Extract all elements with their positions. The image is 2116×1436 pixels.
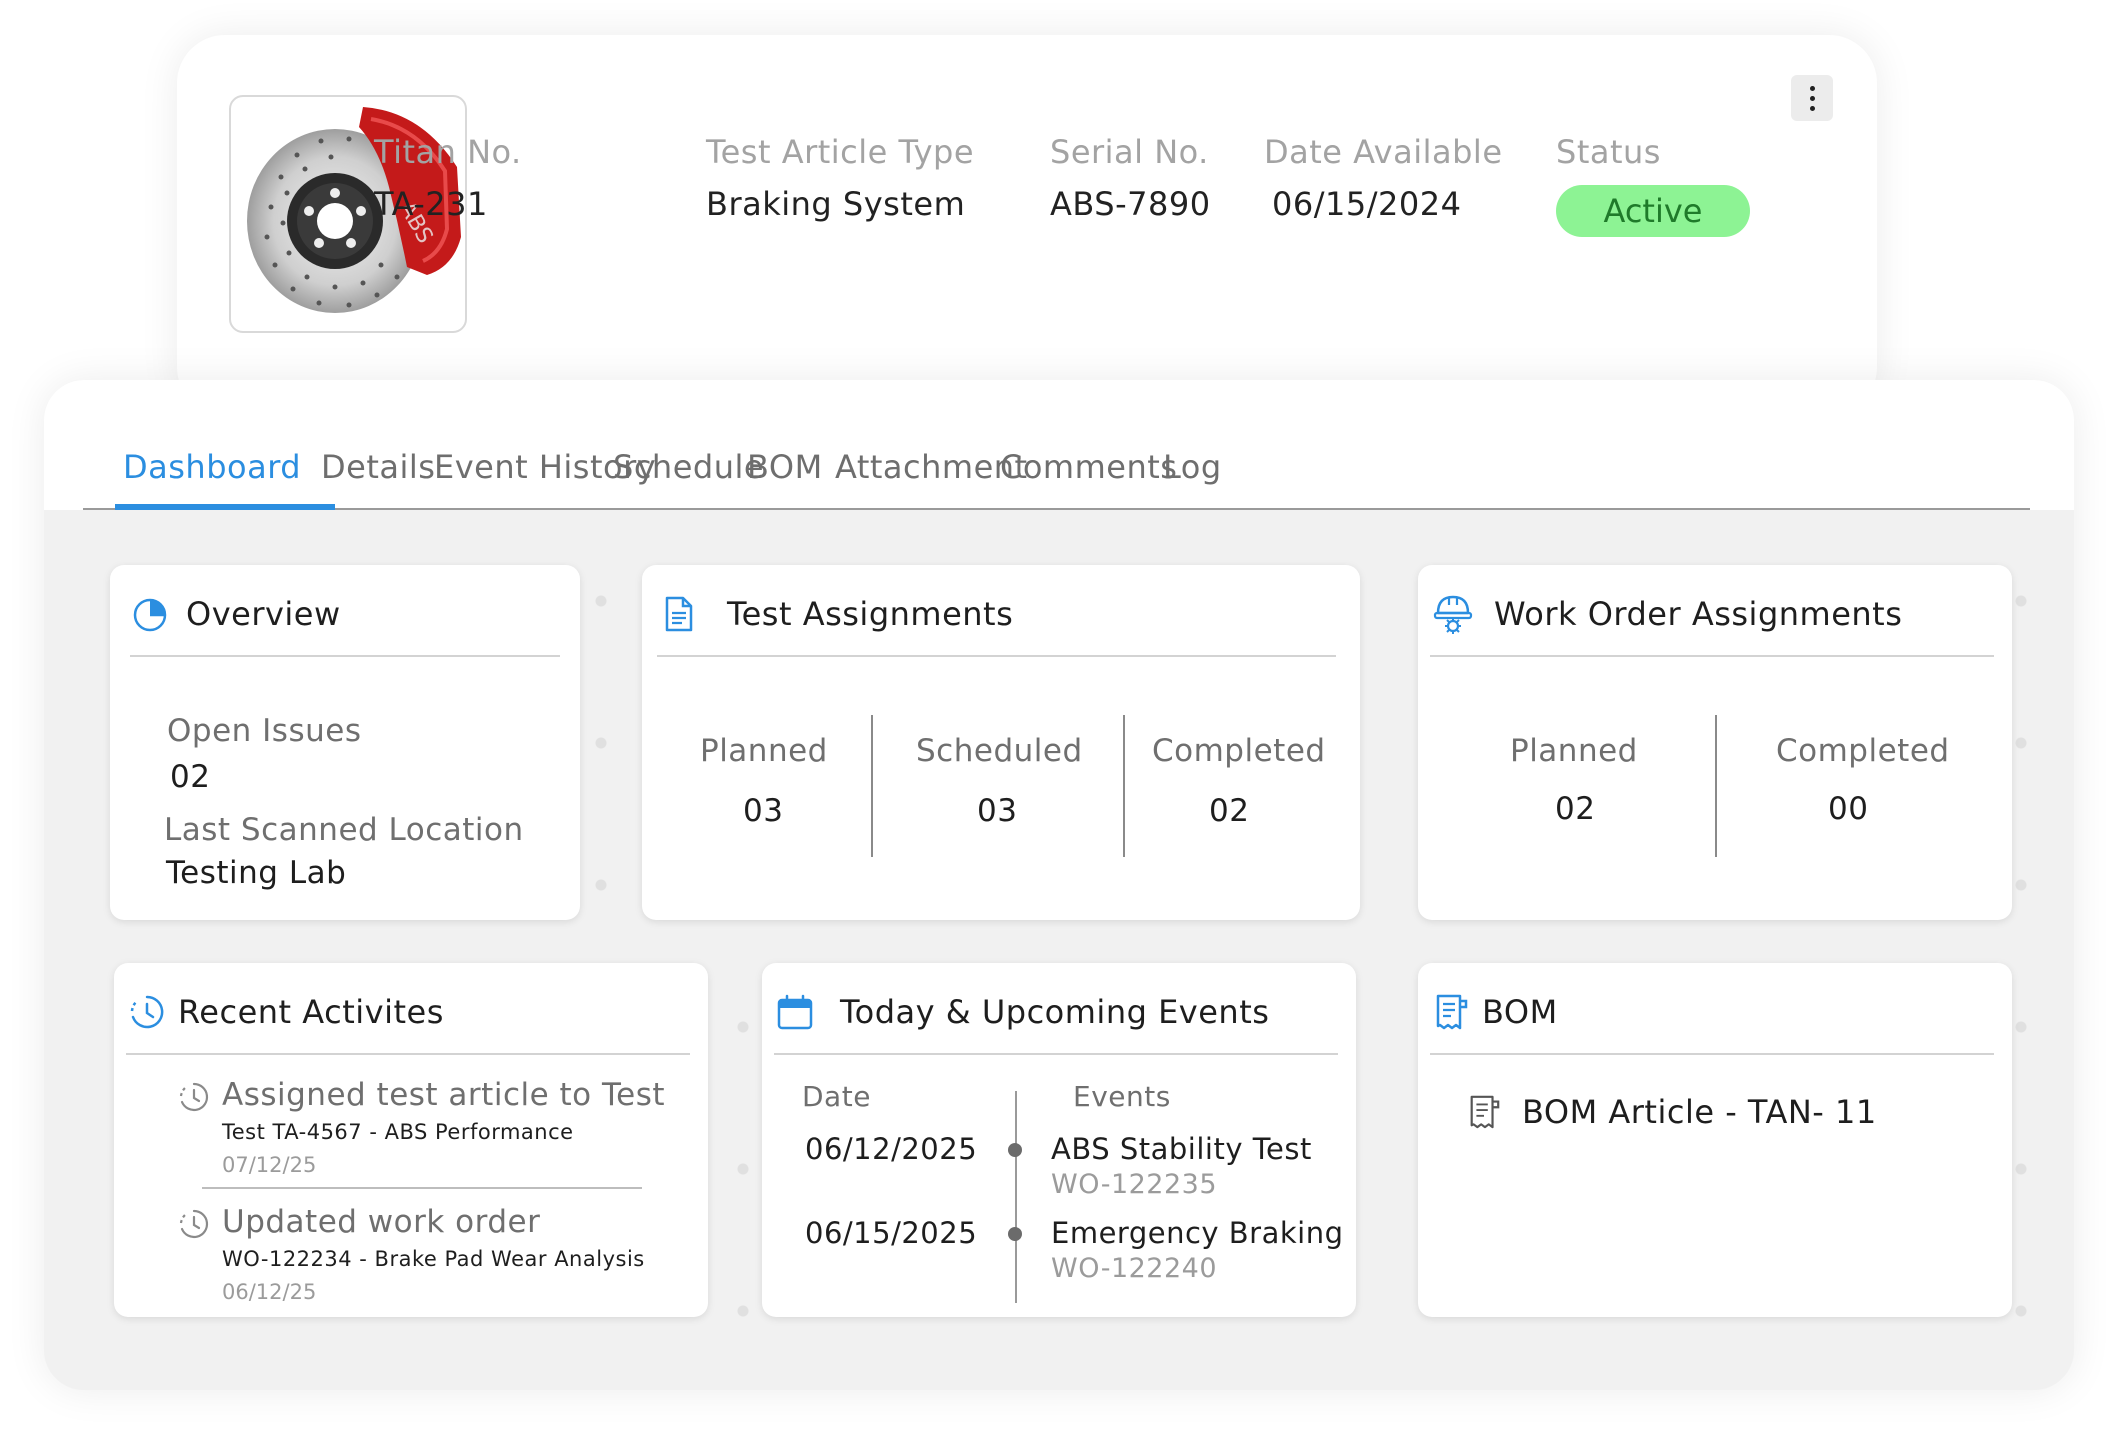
event-name: ABS Stability Test (1051, 1132, 1312, 1166)
pie-chart-icon (133, 598, 167, 632)
activity-title: Assigned test article to Test (222, 1077, 666, 1113)
kebab-menu-icon (1809, 85, 1815, 91)
wo-planned-label: Planned (1510, 733, 1638, 769)
recent-activities-card: Recent Activites Assigned test article t… (114, 963, 708, 1317)
tab-log[interactable]: Log (1163, 448, 1222, 486)
document-icon (665, 596, 693, 632)
more-options-button[interactable] (1791, 75, 1833, 121)
events-date-header: Date (802, 1080, 871, 1113)
event-wo: WO-122240 (1051, 1253, 1218, 1284)
serial-no-value: ABS-7890 (1050, 185, 1211, 223)
activity-clock-icon (179, 1082, 209, 1112)
tab-bom[interactable]: BOM (747, 448, 823, 486)
work-order-title: Work Order Assignments (1494, 595, 1903, 633)
event-date: 06/15/2025 (805, 1216, 978, 1250)
test-completed-value: 02 (1209, 793, 1250, 829)
tab-comments[interactable]: Comments (1000, 448, 1177, 486)
last-location-label: Last Scanned Location (164, 812, 524, 848)
status-badge: Active (1556, 185, 1750, 237)
calendar-icon (777, 994, 813, 1030)
event-date: 06/12/2025 (805, 1132, 978, 1166)
last-location-value: Testing Lab (166, 855, 347, 891)
bom-card: BOM BOM Article - TAN- 11 (1418, 963, 2012, 1317)
receipt-icon (1470, 1095, 1500, 1129)
overview-card: Overview Open Issues 02 Last Scanned Loc… (110, 565, 580, 920)
article-type-field: Test Article Type Braking System (706, 133, 974, 223)
work-order-card: Work Order Assignments Planned 02 Comple… (1418, 565, 2012, 920)
open-issues-value: 02 (170, 759, 211, 795)
active-tab-indicator (115, 504, 335, 510)
wo-planned-value: 02 (1555, 791, 1596, 827)
test-scheduled-label: Scheduled (916, 733, 1083, 769)
activity-subtitle: WO-122234 - Brake Pad Wear Analysis (222, 1247, 645, 1271)
tab-dashboard[interactable]: Dashboard (123, 448, 301, 486)
status-field: Status Active (1556, 133, 1750, 237)
date-available-label: Date Available (1264, 133, 1503, 171)
titan-no-value: TA-231 (374, 185, 488, 223)
tab-details[interactable]: Details (321, 448, 435, 486)
serial-no-label: Serial No. (1050, 133, 1209, 171)
article-type-label: Test Article Type (706, 133, 975, 171)
tab-bar: Dashboard Details Event History Schedule… (44, 380, 2074, 510)
titan-no-field: Titan No. TA-231 (374, 133, 522, 223)
tab-attachment[interactable]: Attachment (835, 448, 1028, 486)
bom-item-label: BOM Article - TAN- 11 (1522, 1093, 1877, 1131)
hard-hat-gear-icon (1433, 595, 1473, 634)
events-name-header: Events (1073, 1080, 1171, 1113)
wo-completed-label: Completed (1776, 733, 1950, 769)
activity-date: 06/12/25 (222, 1280, 317, 1304)
test-planned-label: Planned (700, 733, 828, 769)
test-completed-label: Completed (1152, 733, 1326, 769)
activity-date: 07/12/25 (222, 1153, 317, 1177)
receipt-icon (1436, 994, 1468, 1030)
event-wo: WO-122235 (1051, 1169, 1218, 1200)
events-title: Today & Upcoming Events (840, 993, 1270, 1031)
clock-history-icon (130, 995, 164, 1029)
event-name: Emergency Braking (1051, 1216, 1344, 1250)
open-issues-label: Open Issues (167, 713, 362, 749)
bom-title: BOM (1482, 993, 1558, 1031)
test-assignments-card: Test Assignments Planned 03 Scheduled 03… (642, 565, 1360, 920)
test-scheduled-value: 03 (977, 793, 1018, 829)
activity-clock-icon (179, 1209, 209, 1239)
overview-title: Overview (186, 595, 341, 633)
serial-no-field: Serial No. ABS-7890 (1050, 133, 1211, 223)
activity-title: Updated work order (222, 1204, 541, 1240)
recent-activities-title: Recent Activites (178, 993, 444, 1031)
tabs: Dashboard Details Event History Schedule… (83, 380, 2030, 510)
article-header-card: ABS Titan No. TA-231 Test Article Type B… (177, 35, 1877, 415)
wo-completed-value: 00 (1828, 791, 1869, 827)
article-type-value: Braking System (706, 185, 966, 223)
date-available-field: Date Available 06/15/2024 (1264, 133, 1503, 223)
status-label: Status (1556, 133, 1661, 171)
events-card: Today & Upcoming Events Date Events 06/1… (762, 963, 1356, 1317)
test-assignments-title: Test Assignments (727, 595, 1014, 633)
test-planned-value: 03 (743, 793, 784, 829)
activity-subtitle: Test TA-4567 - ABS Performance (222, 1120, 574, 1144)
titan-no-label: Titan No. (374, 133, 522, 171)
date-available-value: 06/15/2024 (1272, 185, 1462, 223)
dashboard-panel: Dashboard Details Event History Schedule… (44, 380, 2074, 1390)
tab-schedule[interactable]: Schedule (613, 448, 764, 486)
